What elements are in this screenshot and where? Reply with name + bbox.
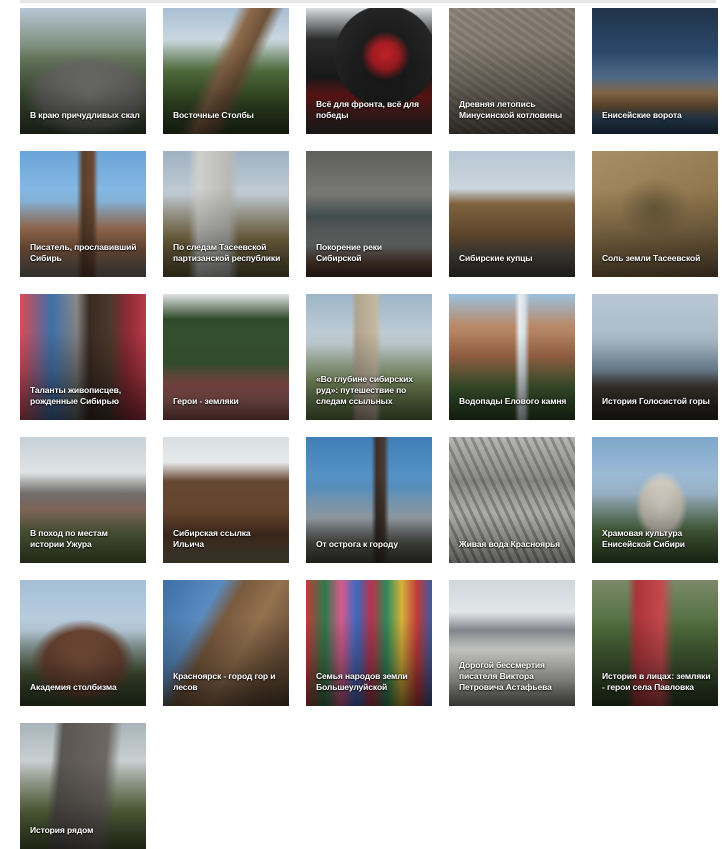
excursion-tile[interactable]: Красноярск - город гор и лесов xyxy=(163,580,289,706)
excursion-tile[interactable]: В поход по местам истории Ужура xyxy=(20,437,146,563)
tile-caption: Красноярск - город гор и лесов xyxy=(173,671,276,692)
tile-caption: Всё для фронта, всё для победы xyxy=(316,99,419,120)
excursion-tile[interactable]: Восточные Столбы xyxy=(163,8,289,134)
excursion-tile[interactable]: От острога к городу xyxy=(306,437,432,563)
excursion-tile[interactable]: Енисейские ворота xyxy=(592,8,718,134)
excursion-tile[interactable]: Сибирская ссылка Ильича xyxy=(163,437,289,563)
tile-caption: В поход по местам истории Ужура xyxy=(30,528,108,549)
tile-caption: Покорение реки Сибирской xyxy=(316,242,383,263)
tile-caption: Водопады Елового камня xyxy=(459,396,567,406)
tile-caption: «Во глубине сибирских руд»: путешествие … xyxy=(316,374,413,406)
tile-caption: Живая вода Красноярья xyxy=(459,539,561,549)
tile-caption: Древняя летопись Минусинской котловины xyxy=(459,99,563,120)
tile-caption: История в лицах: земляки - герои села Па… xyxy=(602,671,711,692)
excursion-tile[interactable]: История в лицах: земляки - герои села Па… xyxy=(592,580,718,706)
tile-caption: От острога к городу xyxy=(316,539,398,549)
excursion-tile[interactable]: Академия столбизма xyxy=(20,580,146,706)
tile-caption: Восточные Столбы xyxy=(173,110,254,120)
tile-caption: История Голосистой горы xyxy=(602,396,710,406)
excursion-tile[interactable]: Соль земли Тасеевской xyxy=(592,151,718,277)
excursion-tile[interactable]: Герои - земляки xyxy=(163,294,289,420)
tile-caption: Дорогой бессмертия писателя Виктора Петр… xyxy=(459,660,552,692)
tile-caption: Соль земли Тасеевской xyxy=(602,253,701,263)
tile-caption: Семья народов земли Большеулуйской xyxy=(316,671,408,692)
tile-caption: История рядом xyxy=(30,825,94,835)
tile-caption: Писатель, прославивший Сибирь xyxy=(30,242,137,263)
excursion-tile[interactable]: Храмовая культура Енисейской Сибири xyxy=(592,437,718,563)
excursion-tile[interactable]: Сибирские купцы xyxy=(449,151,575,277)
excursion-tile[interactable]: «Во глубине сибирских руд»: путешествие … xyxy=(306,294,432,420)
excursion-tile[interactable]: Живая вода Красноярья xyxy=(449,437,575,563)
excursion-tile[interactable]: Водопады Елового камня xyxy=(449,294,575,420)
excursion-tile[interactable]: Таланты живописцев, рожденные Сибирью xyxy=(20,294,146,420)
top-divider xyxy=(20,0,716,3)
excursion-tile[interactable]: Семья народов земли Большеулуйской xyxy=(306,580,432,706)
tile-caption: В краю причудливых скал xyxy=(30,110,140,120)
tile-caption: Сибирские купцы xyxy=(459,253,533,263)
excursion-tile[interactable]: История рядом xyxy=(20,723,146,849)
excursion-tile[interactable]: По следам Тасеевской партизанской респуб… xyxy=(163,151,289,277)
tile-caption: Енисейские ворота xyxy=(602,110,682,120)
tile-caption: По следам Тасеевской партизанской респуб… xyxy=(173,242,281,263)
tile-caption: Герои - земляки xyxy=(173,396,239,406)
tile-caption: Академия столбизма xyxy=(30,682,117,692)
tile-caption: Сибирская ссылка Ильича xyxy=(173,528,251,549)
excursion-tile[interactable]: В краю причудливых скал xyxy=(20,8,146,134)
tile-caption: Таланты живописцев, рожденные Сибирью xyxy=(30,385,122,406)
excursion-tile[interactable]: Дорогой бессмертия писателя Виктора Петр… xyxy=(449,580,575,706)
tile-caption: Храмовая культура Енисейской Сибири xyxy=(602,528,685,549)
excursion-tile[interactable]: Писатель, прославивший Сибирь xyxy=(20,151,146,277)
excursion-tile[interactable]: Древняя летопись Минусинской котловины xyxy=(449,8,575,134)
excursion-tile[interactable]: Покорение реки Сибирской xyxy=(306,151,432,277)
excursion-tile[interactable]: Всё для фронта, всё для победы xyxy=(306,8,432,134)
excursion-tile[interactable]: История Голосистой горы xyxy=(592,294,718,420)
excursion-gallery: В краю причудливых скал Восточные Столбы… xyxy=(20,8,720,849)
